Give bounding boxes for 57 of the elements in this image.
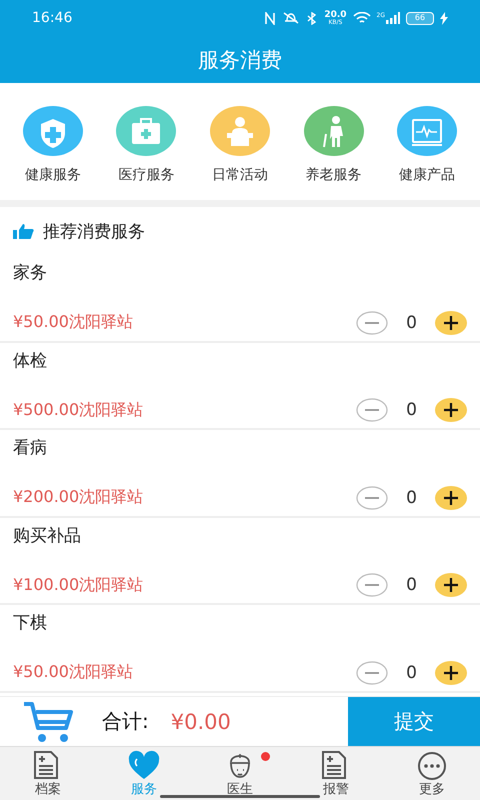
heart-icon <box>128 750 160 780</box>
nav-tab[interactable]: 报警 <box>288 747 384 800</box>
minus-button[interactable] <box>356 310 388 334</box>
category-label[interactable]: 健康服务 <box>24 166 81 184</box>
minus-button[interactable] <box>356 398 388 422</box>
plus-button[interactable] <box>435 398 467 422</box>
network-speed: 20.0 <box>324 10 347 20</box>
bluetooth-icon <box>306 12 318 24</box>
wifi-icon <box>352 12 371 24</box>
clock-time: 16:46 <box>32 10 72 26</box>
total-label: 合计: <box>102 708 149 735</box>
service-name: 家务 <box>13 262 48 284</box>
category-icon[interactable] <box>22 106 83 156</box>
category-label[interactable]: 养老服务 <box>306 166 362 184</box>
category-label[interactable]: 医疗服务 <box>118 166 174 184</box>
quantity-value: 0 <box>406 400 417 420</box>
quantity-value: 0 <box>406 575 417 595</box>
service-name: 体检 <box>13 350 48 372</box>
minus-button[interactable] <box>356 573 388 597</box>
nav-tab[interactable]: 医生 <box>192 747 288 800</box>
shopping-cart-icon[interactable] <box>22 700 74 744</box>
category-icon[interactable] <box>116 106 176 156</box>
nfc-icon <box>264 12 276 24</box>
page-title: 服务消费 <box>198 46 282 74</box>
nav-tab[interactable]: 档案 <box>0 747 96 800</box>
service-price: ¥500.00沈阳驿站 <box>13 400 144 420</box>
plus-button[interactable] <box>435 310 467 334</box>
total-amount: ¥0.00 <box>170 710 231 734</box>
thumbs-up-icon <box>13 223 35 239</box>
quantity-value: 0 <box>406 662 417 682</box>
service-price: ¥50.00沈阳驿站 <box>13 662 133 683</box>
category-icon[interactable] <box>210 106 270 156</box>
service-price: ¥200.00沈阳驿站 <box>13 487 144 508</box>
plus-button[interactable] <box>435 573 467 597</box>
service-name: 看病 <box>13 437 48 459</box>
category-label[interactable]: 健康产品 <box>399 166 456 184</box>
quantity-value: 0 <box>406 488 417 508</box>
plus-button[interactable] <box>435 486 467 510</box>
signal-icon <box>386 12 400 24</box>
category-icon[interactable] <box>397 106 458 156</box>
more-icon <box>416 750 448 780</box>
service-name: 下棋 <box>13 612 48 634</box>
section-title: 推荐消费服务 <box>43 220 145 242</box>
mute-bell-icon <box>282 12 300 24</box>
battery-level: 66 <box>414 14 426 22</box>
quantity-value: 0 <box>406 312 417 332</box>
minus-button[interactable] <box>356 660 388 684</box>
category-label[interactable]: 日常活动 <box>212 166 268 184</box>
plus-button[interactable] <box>435 660 467 684</box>
minus-button[interactable] <box>356 486 388 510</box>
nav-tab[interactable]: 更多 <box>384 747 480 800</box>
service-price: ¥50.00沈阳驿站 <box>13 312 133 333</box>
category-icon[interactable] <box>304 106 364 156</box>
service-name: 购买补品 <box>13 524 82 546</box>
charging-icon <box>440 12 448 24</box>
service-price: ¥100.00沈阳驿站 <box>13 574 144 596</box>
notification-dot <box>261 752 270 760</box>
